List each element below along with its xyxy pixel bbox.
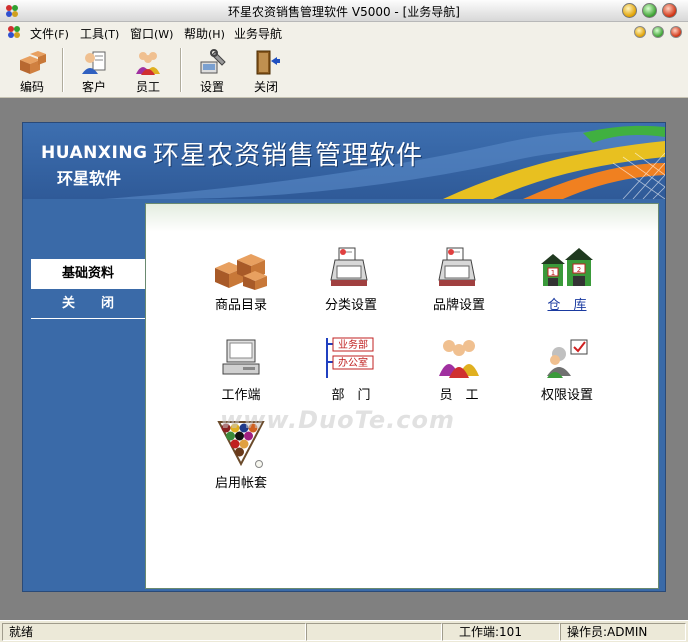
toolbar-close-label: 关闭	[253, 80, 278, 94]
goods-boxes-icon	[215, 254, 267, 290]
nav-warehouse-label: 仓 库	[547, 298, 587, 313]
nav-employees-label: 员 工	[439, 388, 479, 403]
child-close-button[interactable]	[670, 26, 682, 38]
watermark-text: www.DuoTe.com	[220, 406, 455, 434]
title-bar: 环星农资销售管理软件 V5000 - [业务导航]	[0, 0, 688, 22]
toolbar-settings-label: 设置	[199, 80, 224, 94]
nav-category-settings[interactable]: 分类设置	[306, 246, 396, 313]
customer-icon	[82, 51, 106, 74]
status-operator: 操作员:ADMIN	[560, 623, 686, 641]
menu-help[interactable]: 帮助(H)	[184, 25, 225, 42]
nav-goods-catalog-label: 商品目录	[214, 298, 267, 313]
child-minimize-button[interactable]	[634, 26, 646, 38]
menu-file-accel: (F)	[54, 28, 69, 41]
banner-product-name: 环星农资销售管理软件	[153, 141, 424, 171]
nav-content: 商品目录 分类设置 品牌设置 1 2 仓 库 工作端 业务部 办公室 部 门 员…	[145, 203, 659, 589]
computer-icon	[222, 339, 260, 375]
employees-icon	[439, 340, 479, 378]
toolbar-settings-button[interactable]: 设置	[186, 46, 238, 94]
menu-window-label: 窗口	[130, 27, 155, 41]
menu-tools[interactable]: 工具(T)	[80, 25, 119, 42]
nav-permission-settings-label: 权限设置	[540, 388, 593, 403]
toolbar-customer-button[interactable]: 客户	[68, 46, 120, 94]
menu-help-accel: (H)	[208, 28, 225, 41]
menu-bar: 文件(F) 工具(T) 窗口(W) 帮助(H) 业务导航	[0, 22, 688, 42]
maximize-button[interactable]	[642, 3, 657, 18]
menu-help-label: 帮助	[184, 27, 209, 41]
nav-permission-settings[interactable]: 权限设置	[522, 336, 612, 403]
warehouse-icon: 1 2	[541, 248, 593, 286]
toolbar: 编码 客户 员工 设置 关闭	[0, 42, 688, 98]
menu-business-nav-label: 业务导航	[234, 27, 283, 41]
status-ready: 就绪	[2, 623, 306, 641]
sidebar-item-close[interactable]: 关 闭	[31, 289, 145, 319]
menu-business-nav[interactable]: 业务导航	[234, 25, 282, 42]
status-empty-cell	[306, 623, 442, 641]
business-nav-window: HUANXING 环星软件 环星农资销售管理软件 基础资料 关 闭 商品目录 分…	[22, 122, 666, 592]
toolbar-staff-label: 员工	[135, 80, 160, 94]
nav-department[interactable]: 业务部 办公室 部 门	[306, 336, 396, 403]
document-menu-icon[interactable]	[6, 24, 22, 40]
nav-department-label: 部 门	[331, 388, 371, 403]
content-header-gradient	[146, 204, 658, 232]
nav-enable-account-label: 启用帐套	[214, 476, 267, 491]
nav-workstation-label: 工作端	[221, 388, 261, 403]
boxes-icon	[20, 51, 46, 74]
banner-english-name: HUANXING	[41, 143, 148, 163]
department-icon-text-1: 业务部	[338, 338, 368, 351]
toolbar-staff-button[interactable]: 员工	[122, 46, 174, 94]
svg-text:1: 1	[551, 269, 555, 277]
nav-goods-catalog[interactable]: 商品目录	[196, 246, 286, 313]
menu-file-label: 文件	[30, 27, 55, 41]
exit-door-icon	[256, 50, 280, 75]
brand-printer-icon	[438, 247, 476, 286]
toolbar-code-button[interactable]: 编码	[6, 46, 58, 94]
toolbar-separator	[180, 48, 182, 92]
permission-icon	[547, 339, 588, 378]
category-printer-icon	[330, 247, 368, 286]
window-title: 环星农资销售管理软件 V5000 - [业务导航]	[228, 5, 460, 19]
menu-file[interactable]: 文件(F)	[30, 25, 69, 42]
nav-brand-settings-label: 品牌设置	[432, 298, 485, 313]
toolbar-close-button[interactable]: 关闭	[240, 46, 292, 94]
nav-workstation[interactable]: 工作端	[196, 336, 286, 403]
sidebar-item-basic-data[interactable]: 基础资料	[31, 259, 145, 289]
banner: HUANXING 环星软件 环星农资销售管理软件	[23, 123, 665, 199]
department-icon: 业务部 办公室	[326, 337, 374, 378]
child-restore-button[interactable]	[652, 26, 664, 38]
nav-employees[interactable]: 员 工	[414, 336, 504, 403]
status-workstation: 工作端:101	[442, 623, 560, 641]
sidebar: 基础资料 关 闭	[31, 203, 145, 589]
menu-tools-label: 工具	[80, 27, 105, 41]
toolbar-code-label: 编码	[19, 80, 44, 94]
close-button[interactable]	[662, 3, 677, 18]
status-bar: 就绪 工作端:101 操作员:ADMIN	[0, 620, 688, 642]
svg-text:2: 2	[577, 266, 581, 274]
minimize-button[interactable]	[622, 3, 637, 18]
toolbar-customer-label: 客户	[81, 80, 106, 94]
nav-category-settings-label: 分类设置	[324, 298, 377, 313]
menu-tools-accel: (T)	[104, 28, 120, 41]
mdi-workspace: HUANXING 环星软件 环星农资销售管理软件 基础资料 关 闭 商品目录 分…	[0, 98, 688, 620]
menu-window[interactable]: 窗口(W)	[130, 25, 173, 42]
toolbar-separator	[62, 48, 64, 92]
department-icon-text-2: 办公室	[338, 356, 368, 369]
settings-icon	[200, 49, 226, 74]
nav-brand-settings[interactable]: 品牌设置	[414, 246, 504, 313]
nav-warehouse[interactable]: 1 2 仓 库	[522, 246, 612, 313]
banner-company-name: 环星软件	[57, 169, 122, 188]
menu-window-accel: (W)	[154, 28, 174, 41]
staff-icon	[136, 52, 160, 75]
